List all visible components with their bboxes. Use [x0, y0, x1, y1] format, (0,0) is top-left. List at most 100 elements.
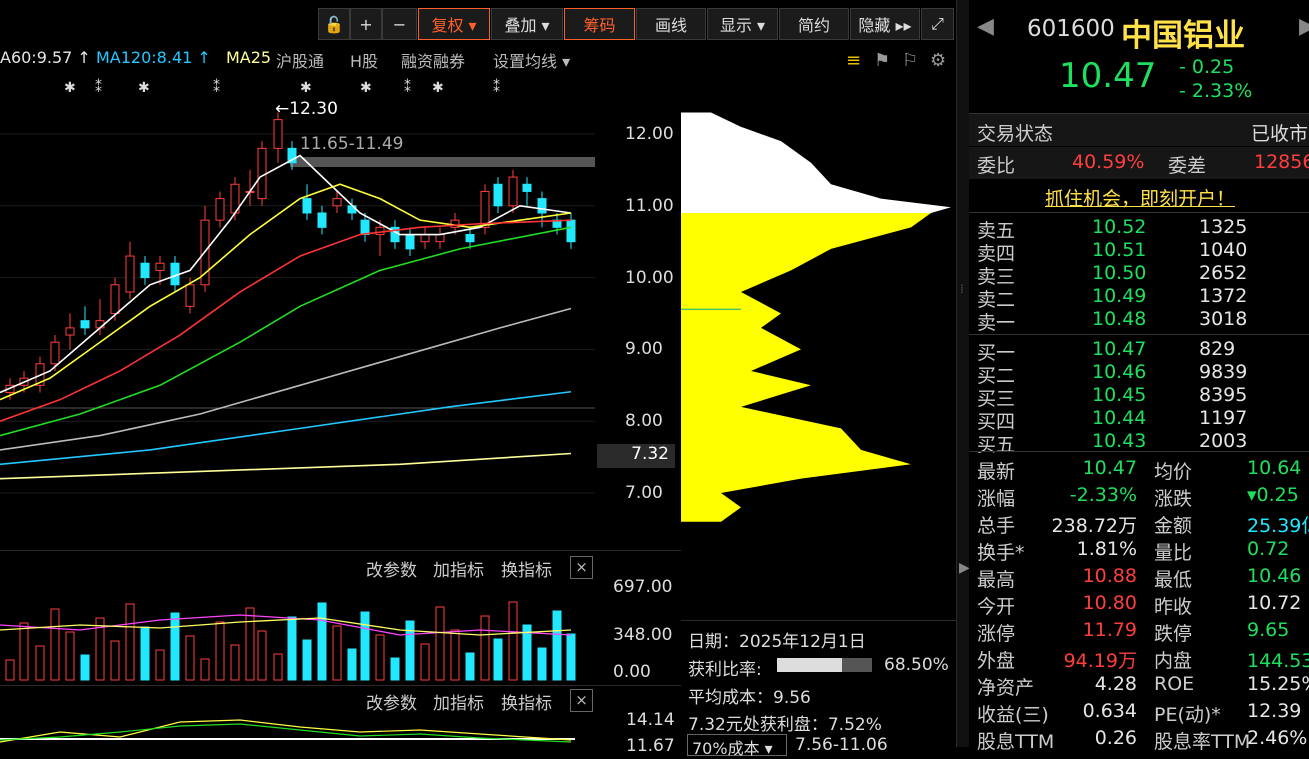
- drag-handle-icon[interactable]: ⁞: [960, 282, 964, 296]
- ma-settings-dropdown[interactable]: 设置均线 ▾: [493, 48, 570, 72]
- stat-label: 涨停: [977, 623, 1016, 645]
- stat-row: 股息TTM 0.26 股息率TTM 2.46%: [969, 727, 1309, 754]
- stat-label: 最高: [977, 569, 1016, 591]
- zoom-in-button[interactable]: +: [350, 8, 382, 40]
- stat-value: 10.64: [1247, 457, 1302, 479]
- event-star-icon[interactable]: ✱: [138, 80, 150, 96]
- candle-body: [566, 219, 576, 243]
- order-book-row[interactable]: 买五 10.43 2003: [969, 430, 1309, 456]
- volume-bar: [480, 615, 490, 681]
- prev-stock-icon[interactable]: ◀: [977, 14, 994, 39]
- indicator-chart[interactable]: [0, 712, 595, 747]
- gear-icon[interactable]: ⚙: [930, 50, 946, 71]
- order-book-row[interactable]: 卖四 10.51 1040: [969, 239, 1309, 265]
- event-star-icon[interactable]: ⁑: [493, 80, 500, 96]
- close-indicator-button[interactable]: ×: [570, 556, 593, 579]
- stat-label: 均价: [1154, 461, 1193, 483]
- event-star-icon[interactable]: ✱: [64, 80, 76, 96]
- stat-label: 今开: [977, 596, 1016, 618]
- high-price-label: ←12.30: [275, 99, 338, 119]
- stat-label: 外盘: [977, 650, 1016, 672]
- stat-label: 金额: [1154, 515, 1193, 537]
- chips-date: 日期：2025年12月1日: [688, 632, 866, 652]
- stat-value: 0.634: [1082, 700, 1137, 722]
- h-share-link[interactable]: H股: [350, 48, 378, 72]
- order-book-row[interactable]: 卖三 10.50 2652: [969, 262, 1309, 288]
- event-star-icon[interactable]: ✱: [360, 80, 372, 96]
- chip-distribution-icon[interactable]: ≡: [846, 50, 861, 71]
- flag-outline-icon[interactable]: ⚐: [902, 50, 918, 71]
- fuquan-dropdown[interactable]: 复权 ▾: [418, 8, 490, 40]
- panel-splitter[interactable]: ▶ ⁞: [956, 0, 970, 747]
- add-indicator-link[interactable]: 加指标: [433, 556, 484, 581]
- order-book-row[interactable]: 卖二 10.49 1372: [969, 285, 1309, 311]
- edit-params-link[interactable]: 改参数: [366, 556, 417, 581]
- stat-row: 外盘 94.19万内盘 144.53万: [969, 646, 1309, 673]
- volume-bar: [200, 658, 210, 681]
- event-star-icon[interactable]: ✱: [300, 80, 312, 96]
- volume-chart[interactable]: [0, 580, 595, 682]
- hk-connect-link[interactable]: 沪股通: [276, 48, 324, 72]
- order-book-row[interactable]: 买一 10.47 829: [969, 338, 1309, 364]
- event-star-icon[interactable]: ⁑: [213, 80, 220, 96]
- volume-bar: [215, 621, 225, 681]
- stat-value: 12.39: [1247, 700, 1302, 722]
- price-change-pct: - 2.33%: [1179, 80, 1253, 102]
- cost-range-select[interactable]: 70%成本 ▾: [687, 734, 787, 758]
- stat-label: 量比: [1154, 542, 1193, 564]
- volume-bar: [566, 633, 576, 681]
- switch-indicator-link[interactable]: 换指标: [501, 556, 552, 581]
- y-tick: 10.00: [625, 268, 674, 288]
- lock-icon[interactable]: 🔓: [318, 8, 350, 40]
- order-book-row[interactable]: 卖五 10.52 1325: [969, 216, 1309, 242]
- add-indicator-link[interactable]: 加指标: [433, 689, 484, 714]
- candle-body: [375, 226, 385, 236]
- close-indicator-button[interactable]: ×: [570, 689, 593, 712]
- hide-button[interactable]: 隐藏 ▸▸: [850, 8, 920, 40]
- stat-value: 238.72万: [1051, 515, 1137, 537]
- chips-button[interactable]: 筹码: [564, 8, 635, 40]
- candle-body: [508, 176, 518, 207]
- candle-body: [185, 284, 195, 307]
- stat-value: 10.47: [1082, 457, 1137, 479]
- open-account-link[interactable]: 抓住机会，即刻开户！: [1045, 184, 1235, 211]
- simple-button[interactable]: 简约: [779, 8, 849, 40]
- level-label: 买五: [977, 434, 1016, 456]
- edit-params-link[interactable]: 改参数: [366, 689, 417, 714]
- stat-value: -2.33%: [1069, 484, 1137, 506]
- draw-line-button[interactable]: 画线: [636, 8, 706, 40]
- divider: [969, 334, 1309, 335]
- event-star-icon[interactable]: ⁑: [95, 80, 102, 96]
- flag-icon[interactable]: ⚑: [874, 50, 890, 71]
- margin-trading-link[interactable]: 融资融券: [401, 48, 465, 72]
- level-volume: 8395: [1199, 384, 1248, 406]
- stat-label: 收益(三): [977, 704, 1049, 726]
- volume-bar: [287, 616, 297, 681]
- event-star-icon[interactable]: ✱: [432, 80, 444, 96]
- volume-bar: [420, 643, 430, 681]
- price-axis: 12.00 11.00 10.00 9.00 8.00 7.00 7.32: [595, 72, 681, 550]
- order-book-row[interactable]: 买三 10.45 8395: [969, 384, 1309, 410]
- overlay-dropdown[interactable]: 叠加 ▾: [491, 8, 563, 40]
- profit-at-price: 7.32元处获利盘：7.52%: [688, 715, 882, 735]
- switch-indicator-link[interactable]: 换指标: [501, 689, 552, 714]
- weicha-label: 委差: [1168, 155, 1207, 177]
- kline-chart[interactable]: [0, 72, 595, 550]
- candle-body: [257, 147, 267, 200]
- next-stock-icon[interactable]: ▶: [1299, 14, 1309, 39]
- zoom-out-button[interactable]: −: [382, 8, 417, 40]
- event-star-icon[interactable]: ⁑: [404, 80, 411, 96]
- order-book-row[interactable]: 卖一 10.48 3018: [969, 308, 1309, 334]
- level-price: 10.48: [1092, 308, 1147, 330]
- cost-price-marker: 7.32: [597, 444, 675, 468]
- stat-label: 净资产: [977, 677, 1035, 699]
- display-dropdown[interactable]: 显示 ▾: [707, 8, 778, 40]
- level-price: 10.49: [1092, 285, 1147, 307]
- stat-value: ▾0.25: [1247, 484, 1299, 506]
- order-book-row[interactable]: 买四 10.44 1197: [969, 407, 1309, 433]
- y-tick: 11.00: [625, 196, 674, 216]
- expand-icon[interactable]: ⤢: [921, 8, 954, 40]
- level-volume: 9839: [1199, 361, 1248, 383]
- order-book-row[interactable]: 买二 10.46 9839: [969, 361, 1309, 387]
- volume-bar: [375, 634, 385, 681]
